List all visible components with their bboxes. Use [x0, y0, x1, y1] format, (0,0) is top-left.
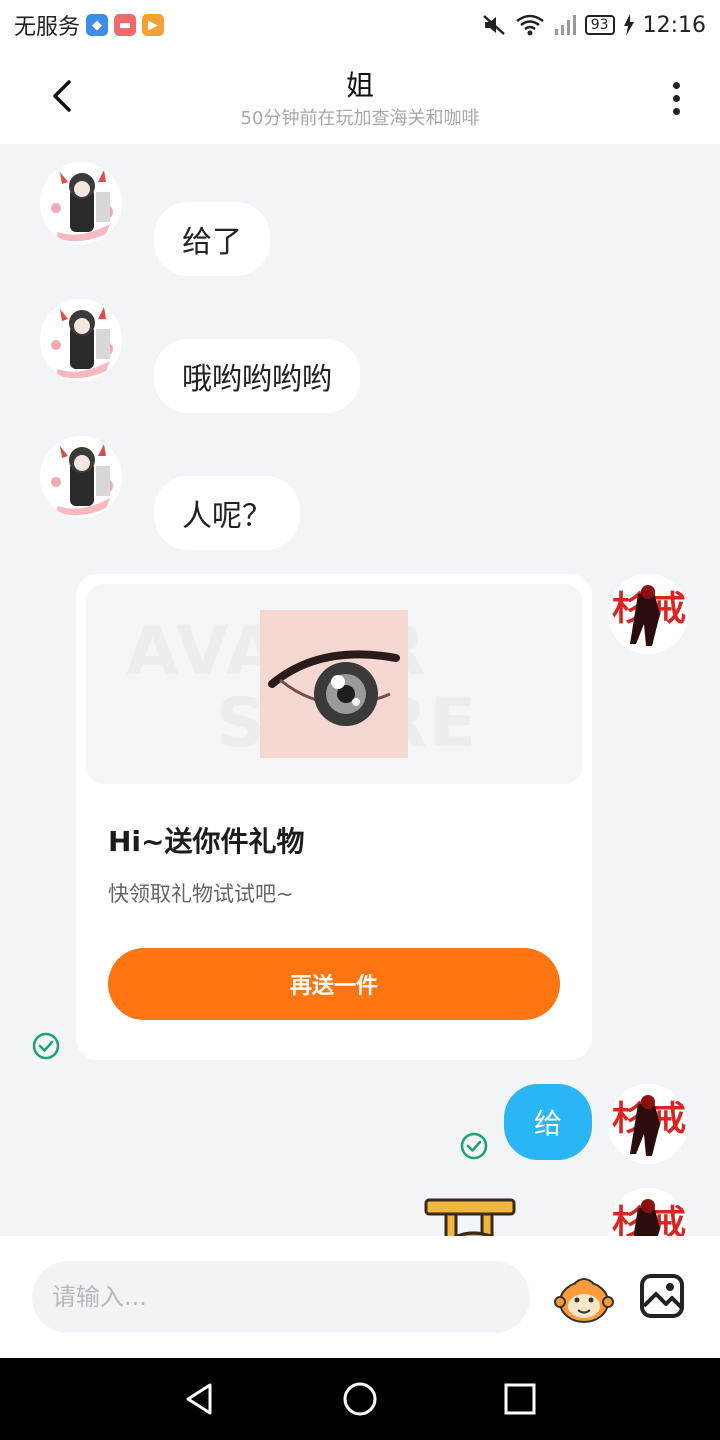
gift-button-label: 再送一件: [289, 974, 378, 999]
triangle-back-icon: [186, 1383, 212, 1415]
anime-girl-avatar-icon: [40, 162, 122, 244]
message-text: 给: [533, 1107, 562, 1140]
contact-avatar[interactable]: [40, 436, 122, 518]
outgoing-message[interactable]: 给: [504, 1084, 592, 1160]
message-text: 哦哟哟哟哟: [182, 362, 332, 397]
circle-home-icon: [343, 1382, 377, 1416]
anime-girl-avatar-icon: [40, 436, 122, 518]
clock: 12:16: [642, 12, 706, 38]
carrier-label: 无服务: [14, 15, 81, 40]
contact-avatar[interactable]: [40, 162, 122, 244]
gift-image: [260, 610, 408, 758]
status-left: 无服务 ◆ ▬ ▶: [14, 9, 165, 41]
red-warrior-avatar-icon: 杉 戒: [608, 1084, 688, 1164]
nav-home-button[interactable]: [335, 1374, 385, 1424]
image-picker-button[interactable]: [638, 1272, 686, 1320]
incoming-message[interactable]: 给了: [154, 202, 270, 276]
status-right: 93 12:16: [481, 13, 706, 38]
monkey-face-icon: [554, 1278, 614, 1323]
nav-recents-button[interactable]: [495, 1374, 545, 1424]
my-avatar[interactable]: 杉 戒: [608, 574, 688, 654]
image-icon: [640, 1274, 684, 1318]
signal-icon: [554, 15, 576, 35]
chat-header: 姐 50分钟前在玩加查海关和咖啡: [0, 50, 720, 144]
more-dot: [672, 81, 680, 89]
gift-description: 快领取礼物试试吧~: [108, 882, 294, 906]
red-warrior-avatar-icon: 杉 戒: [608, 574, 688, 654]
red-warrior-avatar-icon: 杉 戒: [608, 1188, 688, 1236]
contact-name: 姐: [345, 69, 374, 102]
gift-card[interactable]: AVATAR STORE Hi~送你件礼物 快领取礼物试试吧~ 再送一件: [76, 574, 592, 1060]
system-navigation-bar: [0, 1358, 720, 1440]
square-recents-icon: [504, 1383, 536, 1415]
message-input[interactable]: [32, 1261, 530, 1333]
sent-check-icon: [32, 1032, 60, 1060]
cartoon-sticker-icon: [424, 1198, 516, 1236]
contact-status: 50分钟前在玩加查海关和咖啡: [240, 108, 480, 129]
contact-avatar[interactable]: [40, 299, 122, 381]
send-another-gift-button[interactable]: 再送一件: [108, 948, 560, 1020]
eye-icon: [260, 610, 408, 758]
my-avatar[interactable]: 杉 戒: [608, 1084, 688, 1164]
wifi-icon: [516, 14, 544, 36]
shop-app-icon: ▬: [114, 14, 137, 36]
emoji-button[interactable]: [554, 1274, 614, 1324]
status-bar: 无服务 ◆ ▬ ▶ 93 12:16: [0, 0, 720, 50]
gift-title: Hi~送你件礼物: [108, 825, 305, 858]
more-dot: [672, 107, 680, 115]
video-app-icon: ▶: [142, 14, 165, 36]
message-list[interactable]: 给了 哦哟哟哟哟 人呢？ Hi~送你件礼物 快领取礼物试试吧~ 再送一件 杉 戒…: [0, 144, 720, 1236]
charging-icon: [623, 14, 634, 36]
message-text: 人呢？: [182, 499, 272, 534]
more-dot: [672, 94, 680, 102]
gift-image-area: AVATAR STORE: [86, 584, 582, 784]
anime-girl-avatar-icon: [40, 299, 122, 381]
battery-indicator: 93: [584, 15, 615, 35]
shield-app-icon: ◆: [86, 14, 109, 36]
more-options-button[interactable]: [658, 76, 694, 120]
my-avatar[interactable]: 杉 戒: [608, 1188, 688, 1236]
message-input-bar: [0, 1236, 720, 1358]
message-text: 给了: [182, 225, 242, 260]
incoming-message[interactable]: 哦哟哟哟哟: [154, 339, 360, 413]
sent-check-icon: [460, 1132, 488, 1160]
sticker-message[interactable]: [420, 1194, 530, 1236]
nav-back-button[interactable]: [175, 1374, 225, 1424]
incoming-message[interactable]: 人呢？: [154, 476, 300, 550]
mute-icon: [482, 15, 505, 35]
